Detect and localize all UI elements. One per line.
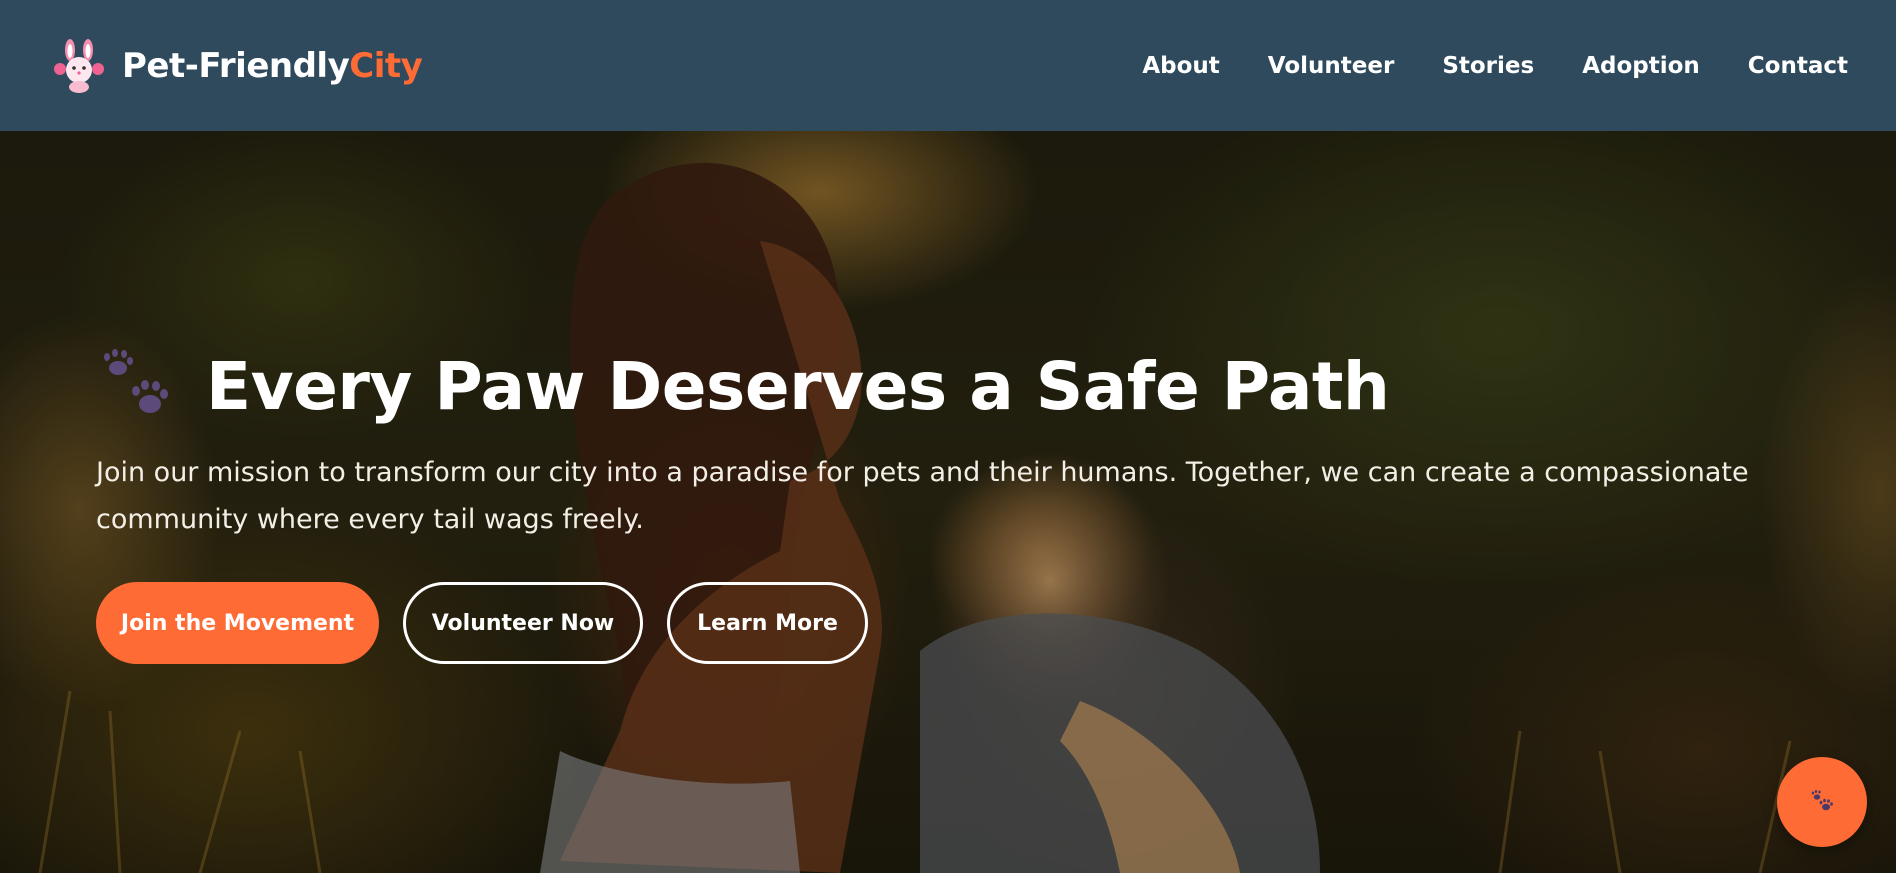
nav-link-volunteer[interactable]: Volunteer — [1268, 53, 1395, 79]
hero-content: Every Paw Deserves a Safe Path Join our … — [96, 341, 1836, 543]
brand-name: Pet-FriendlyCity — [122, 45, 423, 86]
nav-link-contact[interactable]: Contact — [1748, 53, 1848, 79]
floating-paw-button[interactable] — [1777, 757, 1867, 847]
paw-prints-icon — [104, 349, 168, 413]
main-nav: About Volunteer Stories Adoption Contact — [1142, 53, 1848, 79]
bunny-logo-icon — [54, 38, 104, 93]
brand-name-main: Pet-Friendly — [122, 45, 350, 86]
headline-row: Every Paw Deserves a Safe Path — [96, 341, 1836, 431]
hero-section: Every Paw Deserves a Safe Path Join our … — [0, 131, 1896, 873]
nav-link-about[interactable]: About — [1142, 53, 1219, 79]
site-header: Pet-FriendlyCity About Volunteer Stories… — [0, 0, 1896, 131]
brand-name-accent: City — [349, 45, 423, 86]
brand[interactable]: Pet-FriendlyCity — [50, 37, 423, 95]
join-movement-button[interactable]: Join the Movement — [96, 582, 379, 664]
learn-more-button[interactable]: Learn More — [667, 582, 868, 664]
hero-subtitle: Join our mission to transform our city i… — [96, 457, 1749, 535]
hero-buttons: Join the Movement Volunteer Now Learn Mo… — [96, 582, 868, 664]
paw-icon — [1811, 790, 1833, 811]
volunteer-now-button[interactable]: Volunteer Now — [403, 582, 643, 664]
nav-link-adoption[interactable]: Adoption — [1582, 53, 1700, 79]
nav-link-stories[interactable]: Stories — [1442, 53, 1534, 79]
hero-headline: Every Paw Deserves a Safe Path — [206, 347, 1390, 425]
